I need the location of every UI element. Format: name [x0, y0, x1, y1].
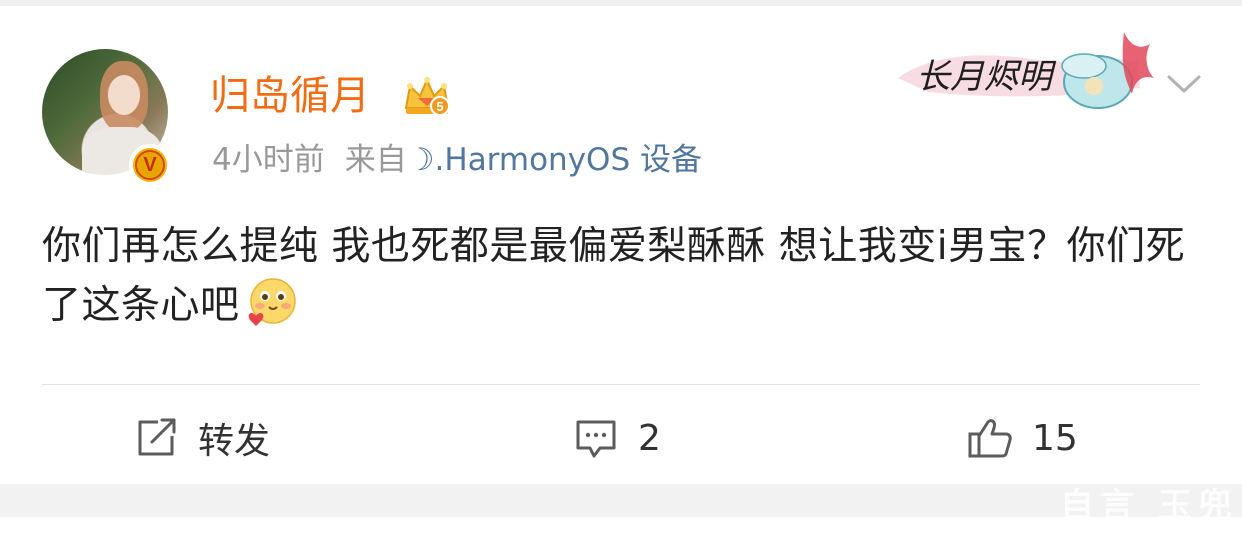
like-button[interactable]: 15 [966, 410, 1078, 466]
avatar-face [108, 75, 140, 115]
source-label: 来自 [344, 142, 407, 178]
repost-button[interactable]: 转发 [132, 410, 270, 466]
actions-divider [42, 384, 1200, 385]
comment-button[interactable]: 2 [572, 410, 661, 466]
post-time: 4小时前 [212, 142, 325, 178]
chevron-down-icon[interactable] [1166, 72, 1202, 96]
repost-icon [138, 418, 176, 456]
post-meta: 4小时前 来自☽.HarmonyOS 设备 [212, 140, 702, 180]
comment-icon [576, 420, 616, 458]
verified-v-glyph: V [135, 150, 165, 180]
weibo-post-card: V 归岛循月 5 4小时前 来自☽.HarmonyOS 设备 长月烬明 你们再怎么… [0, 6, 1242, 484]
blush-heart-emoji [248, 278, 296, 326]
like-count: 15 [1032, 417, 1078, 459]
crown-level-icon[interactable]: 5 [402, 74, 452, 120]
brand-banner-logo[interactable]: 长月烬明 [888, 26, 1158, 112]
source-device-link[interactable]: ☽.HarmonyOS 设备 [407, 142, 702, 178]
comment-count: 2 [638, 417, 661, 459]
like-icon [968, 419, 1012, 458]
verified-v-icon: V [129, 144, 171, 186]
crown-level-number: 5 [436, 99, 443, 114]
watermark: 自言 玉兜 [1060, 486, 1238, 526]
banner-title: 长月烬明 [916, 57, 1057, 97]
post-text: 你们再怎么提纯 我也死都是最偏爱梨酥酥 想让我变i男宝？你们死了这条心吧 [42, 224, 1186, 328]
username[interactable]: 归岛循月 [210, 70, 370, 122]
repost-label: 转发 [198, 421, 271, 462]
post-body: 你们再怎么提纯 我也死都是最偏爱梨酥酥 想让我变i男宝？你们死了这条心吧 [42, 218, 1202, 335]
next-post-card [0, 517, 1242, 541]
